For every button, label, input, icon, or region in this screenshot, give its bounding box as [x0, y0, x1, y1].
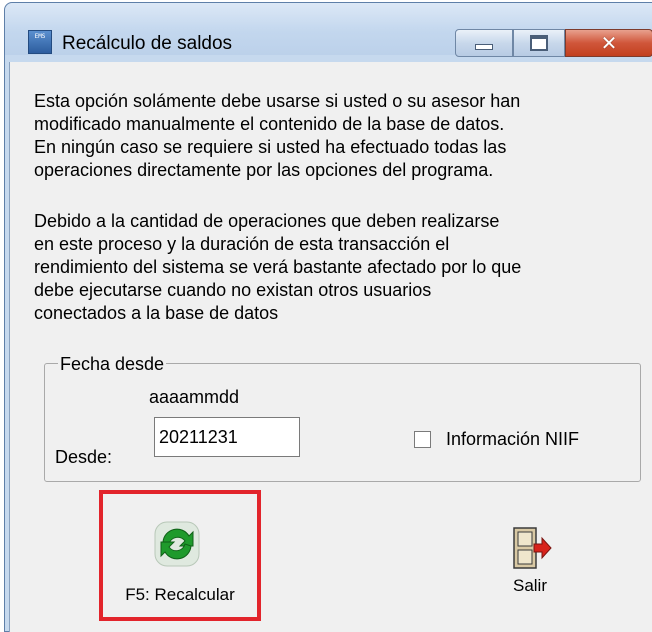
- minimize-button[interactable]: [455, 29, 513, 57]
- desde-date-input[interactable]: [154, 417, 300, 457]
- recalcular-button[interactable]: F5: Recalcular: [99, 490, 261, 621]
- close-button[interactable]: ✕: [565, 29, 652, 57]
- salir-label: Salir: [512, 576, 547, 595]
- close-icon: ✕: [600, 31, 618, 55]
- warning-paragraph-2: Debido a la cantidad de operaciones que …: [34, 211, 522, 323]
- warning-paragraph-1: Esta opción solámente debe usarse si ust…: [34, 91, 521, 180]
- date-groupbox: [44, 363, 641, 482]
- niif-checkbox[interactable]: [414, 431, 431, 448]
- salir-button[interactable]: Salir: [490, 494, 570, 614]
- maximize-button[interactable]: [513, 29, 565, 57]
- app-icon: EMS: [28, 30, 52, 54]
- recalcular-label: F5: Recalcular: [125, 585, 235, 604]
- maximize-icon: [530, 35, 548, 51]
- desde-label: Desde:: [55, 447, 113, 467]
- date-format-hint: aaaammdd: [149, 387, 240, 407]
- window-title: Recálculo de saldos: [62, 33, 233, 54]
- minimize-icon: [475, 44, 493, 50]
- date-groupbox-legend: Fecha desde: [58, 354, 167, 375]
- dialog-client-area: Esta opción solámente debe usarse si ust…: [9, 62, 652, 632]
- exit-door-icon: [513, 527, 552, 569]
- niif-checkbox-label[interactable]: Información NIIF: [446, 429, 579, 450]
- refresh-icon: [154, 521, 200, 567]
